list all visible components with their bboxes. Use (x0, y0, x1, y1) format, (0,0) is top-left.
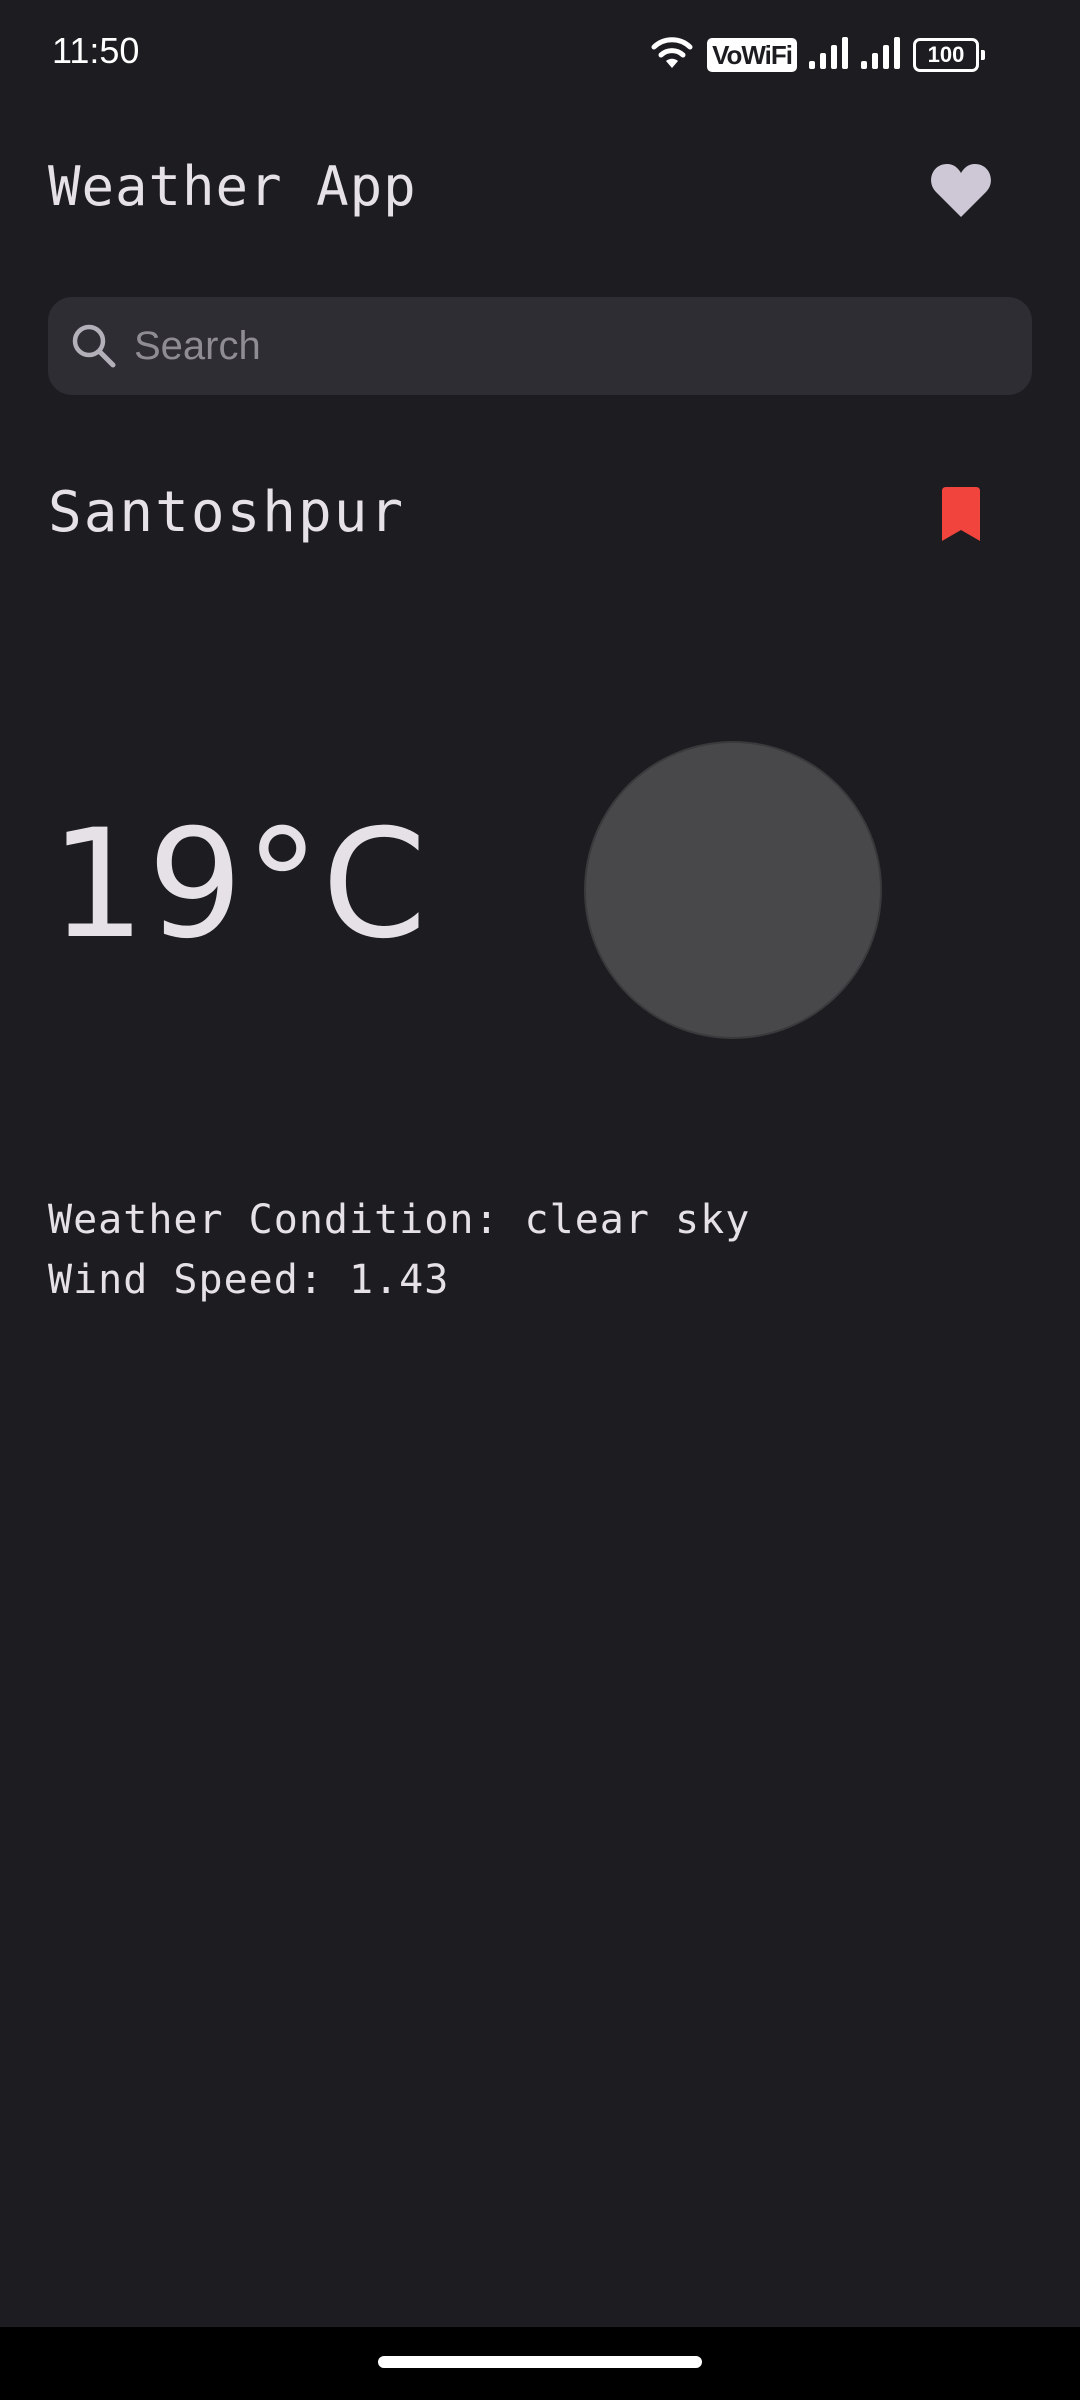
search-input[interactable] (132, 322, 1032, 370)
vowifi-icon: VoWiFi (707, 37, 797, 72)
signal-icon (809, 35, 849, 74)
weather-condition-icon (586, 743, 880, 1037)
city-name: Santoshpur (48, 480, 406, 545)
status-time: 11:50 (52, 30, 140, 71)
battery-tip (981, 49, 985, 60)
wind-speed-text: Wind Speed: 1.43 (48, 1257, 450, 1303)
home-indicator[interactable] (378, 2356, 702, 2368)
bookmark-icon (939, 486, 983, 547)
signal-icon (861, 35, 901, 74)
status-icons: VoWiFi 100 (649, 34, 985, 75)
wifi-icon (649, 34, 695, 75)
app-title: Weather App (48, 155, 417, 218)
battery-level: 100 (913, 37, 979, 72)
search-icon (68, 320, 120, 372)
weather-condition-text: Weather Condition: clear sky (48, 1197, 751, 1243)
battery-icon: 100 (913, 37, 985, 72)
favorites-button[interactable] (916, 152, 1006, 232)
search-bar[interactable] (48, 297, 1032, 395)
bookmark-button[interactable] (926, 480, 996, 552)
temperature: 19°C (50, 798, 429, 972)
heart-icon (930, 162, 992, 223)
status-bar: 11:50 VoWiFi 100 (0, 0, 1080, 110)
weather-details: Weather Condition: clear sky Wind Speed:… (48, 1190, 750, 1310)
